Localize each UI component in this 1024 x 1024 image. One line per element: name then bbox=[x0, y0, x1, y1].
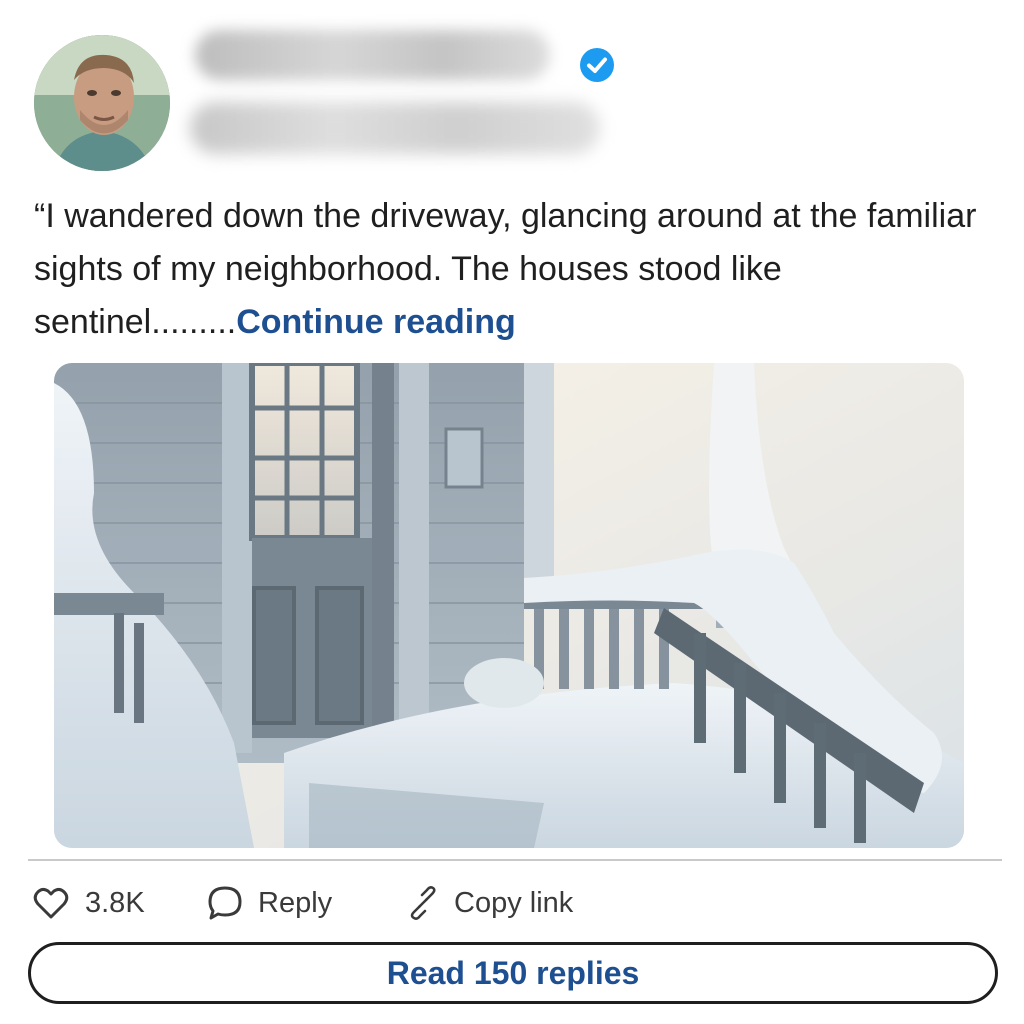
reply-label: Reply bbox=[258, 886, 333, 919]
copy-link-label: Copy link bbox=[454, 886, 574, 919]
link-icon bbox=[410, 886, 436, 920]
divider bbox=[28, 859, 1002, 861]
snowy-porch-image bbox=[54, 363, 964, 848]
like-count: 3.8K bbox=[85, 886, 145, 919]
avatar-photo bbox=[34, 35, 170, 171]
continue-reading-link[interactable]: Continue reading bbox=[236, 303, 516, 341]
action-bar: 3.8K Reply Copy link bbox=[0, 878, 1024, 928]
display-name-redacted bbox=[195, 30, 550, 80]
verified-badge-icon bbox=[580, 48, 614, 82]
reply-button[interactable]: Reply bbox=[206, 878, 332, 928]
heart-icon bbox=[33, 887, 69, 919]
read-replies-label: Read 150 replies bbox=[386, 954, 640, 991]
avatar[interactable] bbox=[34, 35, 170, 171]
read-replies-button[interactable]: Read 150 replies bbox=[28, 942, 998, 1004]
handle-redacted bbox=[190, 102, 600, 154]
copy-link-button[interactable]: Copy link bbox=[406, 878, 573, 928]
comment-bubble-icon bbox=[208, 886, 242, 920]
post-image[interactable] bbox=[54, 363, 964, 848]
like-button[interactable]: 3.8K bbox=[33, 878, 145, 928]
post-text: “I wandered down the driveway, glancing … bbox=[34, 190, 994, 349]
